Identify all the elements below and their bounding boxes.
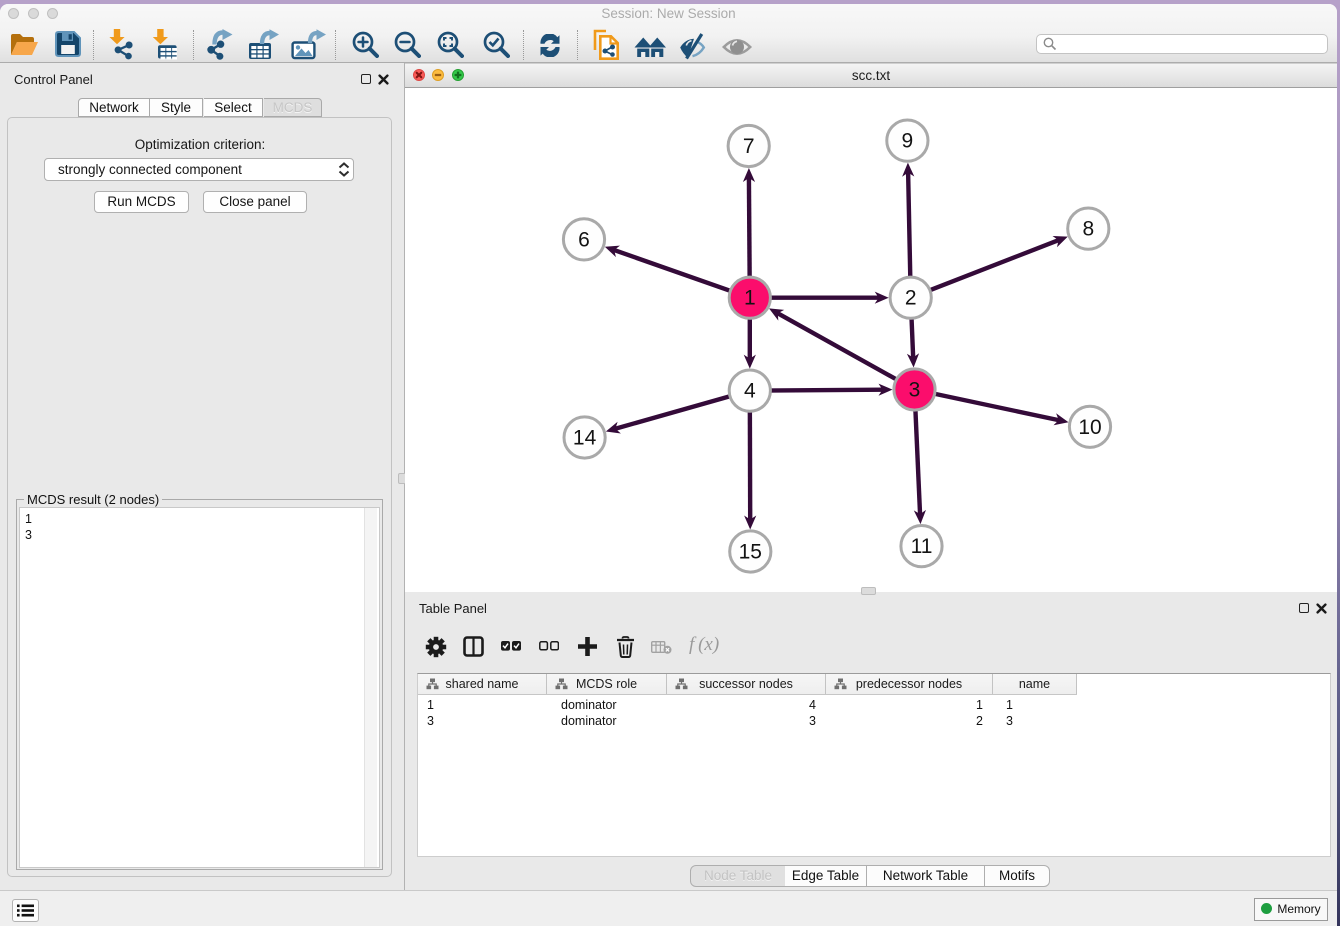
svg-text:6: 6 (578, 228, 590, 251)
svg-text:1: 1 (744, 287, 756, 310)
svg-text:15: 15 (739, 541, 762, 564)
svg-text:2: 2 (905, 287, 917, 310)
svg-text:3: 3 (909, 379, 921, 402)
svg-text:10: 10 (1078, 416, 1101, 439)
svg-text:14: 14 (573, 427, 597, 450)
svg-text:8: 8 (1082, 218, 1094, 241)
svg-text:7: 7 (743, 135, 755, 158)
svg-text:11: 11 (911, 535, 933, 558)
svg-text:4: 4 (744, 380, 756, 403)
svg-text:9: 9 (902, 130, 914, 153)
